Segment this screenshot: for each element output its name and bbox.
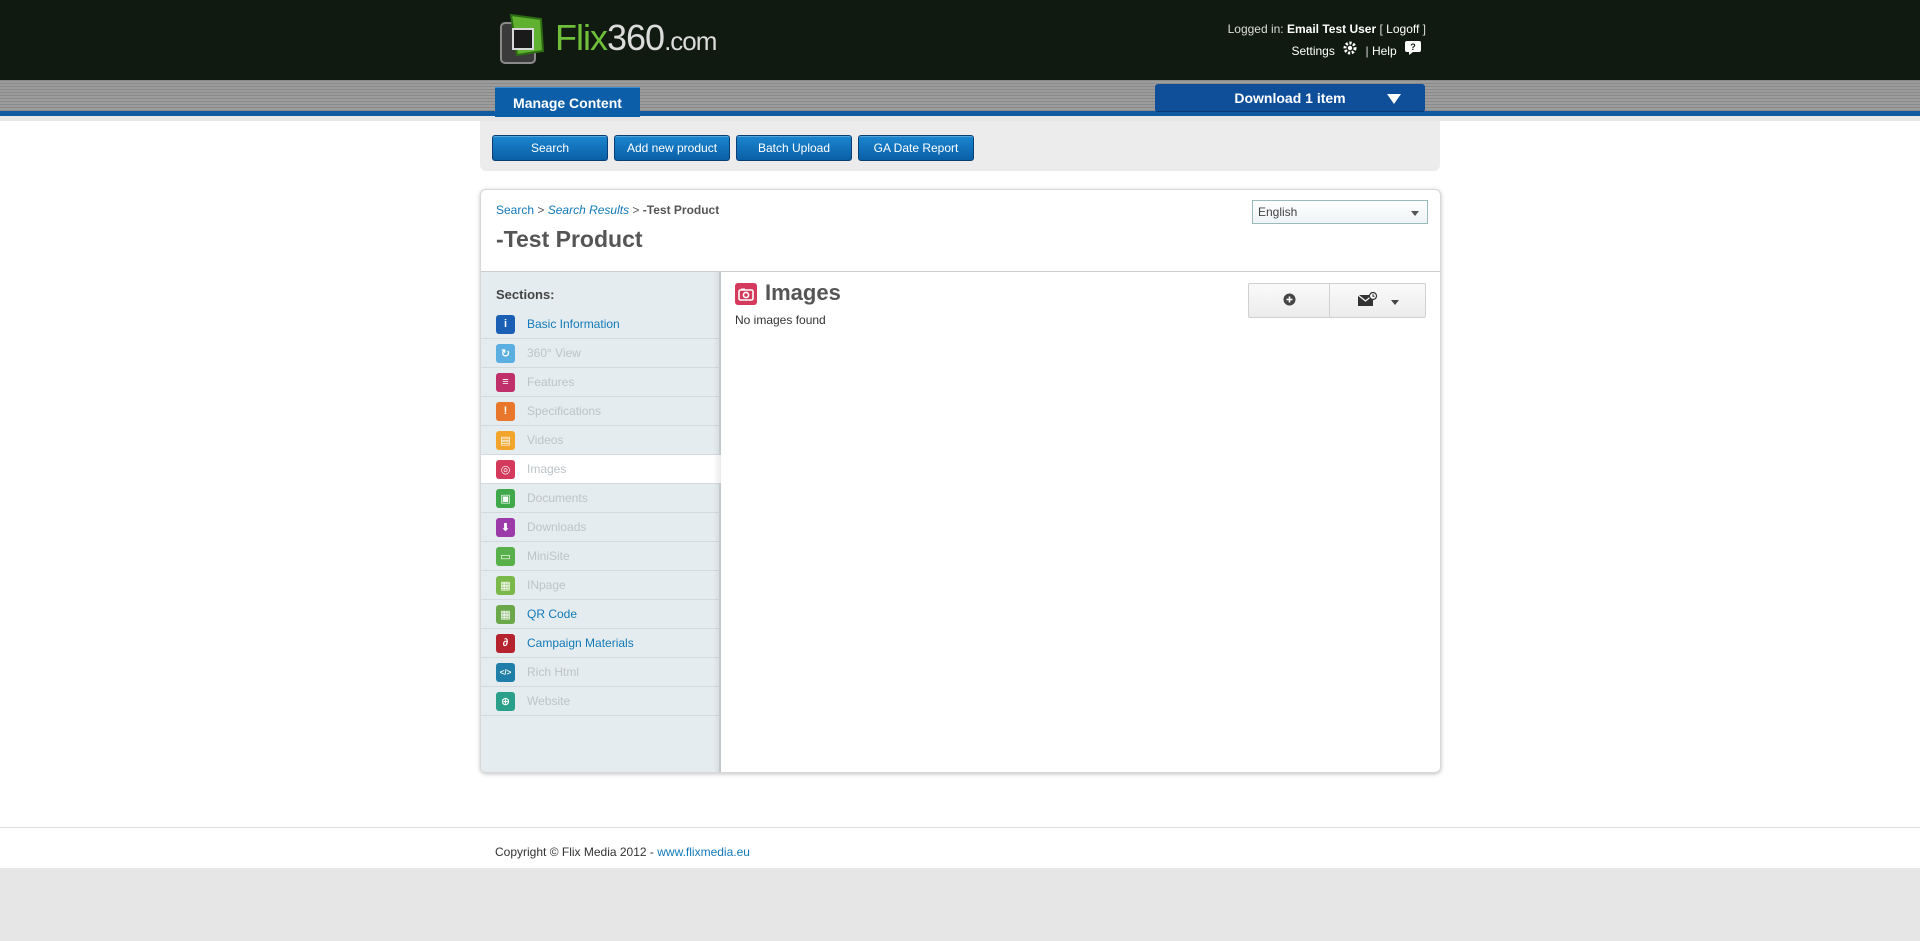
- paperclip-icon: ∂: [496, 633, 515, 653]
- sidebar-item-360-view[interactable]: ↻ 360° View: [481, 339, 721, 368]
- envelope-icon: [1357, 291, 1379, 310]
- logo-word-com: .com: [664, 26, 717, 56]
- svg-text:?: ?: [1410, 42, 1416, 52]
- language-selected-value: English: [1258, 205, 1298, 219]
- footer-text: Copyright © Flix Media 2012 - www.flixme…: [495, 845, 750, 859]
- features-icon: ≡: [496, 372, 515, 392]
- sidebar-item-features[interactable]: ≡ Features: [481, 368, 721, 397]
- breadcrumb-search-link[interactable]: Search: [496, 203, 534, 217]
- sidebar-item-campaign-materials[interactable]: ∂ Campaign Materials: [481, 629, 721, 658]
- document-icon: ▣: [496, 488, 515, 508]
- batch-upload-button[interactable]: Batch Upload: [736, 135, 852, 161]
- images-panel: Images No images found: [721, 272, 1440, 772]
- logo-mark-icon: [497, 11, 551, 69]
- add-new-product-button[interactable]: Add new product: [614, 135, 730, 161]
- plus-circle-icon: [1283, 293, 1296, 309]
- sidebar-item-label: 360° View: [527, 346, 581, 360]
- camera-icon: [735, 283, 757, 305]
- logoff-link[interactable]: Logoff: [1386, 22, 1419, 36]
- logo-word-num: 360: [607, 17, 665, 58]
- tab-manage-content[interactable]: Manage Content: [495, 87, 640, 117]
- sidebar-item-label: Basic Information: [527, 317, 620, 331]
- help-icon[interactable]: ?: [1404, 40, 1422, 63]
- search-button[interactable]: Search: [492, 135, 608, 161]
- download-basket-button[interactable]: Download 1 item: [1155, 84, 1425, 112]
- page-title: -Test Product: [496, 226, 643, 252]
- qr-icon: ▦: [496, 604, 515, 624]
- sidebar-item-label: INpage: [527, 578, 566, 592]
- settings-line: Settings | Help ?: [1228, 40, 1426, 63]
- rotate-icon: ↻: [496, 343, 515, 363]
- sidebar-item-rich-html[interactable]: </> Rich Html: [481, 658, 721, 687]
- code-icon: </>: [496, 662, 515, 682]
- sidebar-shadow: [713, 272, 721, 772]
- breadcrumb-results-link[interactable]: Search Results: [548, 203, 629, 217]
- specs-icon: !: [496, 401, 515, 421]
- chevron-down-icon: [1390, 294, 1399, 308]
- sidebar-item-website[interactable]: ⊕ Website: [481, 687, 721, 716]
- sidebar-item-label: MiniSite: [527, 549, 570, 563]
- chevron-down-icon[interactable]: [1387, 94, 1401, 104]
- section-title: Images: [765, 280, 841, 305]
- top-header: Flix360.com Logged in: Email Test User […: [0, 0, 1920, 80]
- download-label: Download 1 item: [1234, 89, 1346, 106]
- sidebar-item-label: Images: [527, 462, 567, 476]
- email-options-button[interactable]: [1330, 284, 1425, 317]
- sidebar-item-label: Videos: [527, 433, 564, 447]
- sidebar-item-label: Downloads: [527, 520, 587, 534]
- sections-sidebar: Sections: i Basic Information ↻ 360° View ≡ F…: [481, 272, 721, 772]
- settings-link[interactable]: Settings: [1291, 44, 1334, 58]
- globe-icon: ⊕: [496, 691, 515, 711]
- copyright-text: Copyright © Flix Media 2012 -: [495, 845, 658, 859]
- user-name: Email Test User: [1287, 22, 1377, 36]
- sidebar-item-label: Specifications: [527, 404, 602, 418]
- nav-bar: [0, 80, 1920, 116]
- sidebar-item-label: Website: [527, 694, 571, 708]
- flix360-logo[interactable]: Flix360.com: [497, 10, 717, 70]
- login-line: Logged in: Email Test User [ Logoff ]: [1227, 22, 1426, 36]
- footer: [0, 827, 1920, 868]
- logo-word-flix: Flix: [555, 17, 608, 58]
- sidebar-item-label: QR Code: [527, 607, 578, 621]
- dropdown-caret-icon[interactable]: [1411, 211, 1419, 216]
- sidebar-item-images[interactable]: ◎ Images: [481, 455, 721, 484]
- action-toolbar: Search Add new product Batch Upload GA D…: [480, 121, 1440, 171]
- ga-date-report-button[interactable]: GA Date Report: [858, 135, 974, 161]
- add-image-button[interactable]: [1249, 284, 1330, 317]
- info-icon: i: [496, 314, 515, 334]
- sidebar-item-label: Rich Html: [527, 665, 580, 679]
- logo-wordmark: Flix360.com: [555, 17, 717, 59]
- logged-in-label: Logged in:: [1227, 22, 1284, 36]
- section-list: i Basic Information ↻ 360° View ≡ Features! Sp…: [481, 310, 721, 716]
- sidebar-item-minisite[interactable]: ▭ MiniSite: [481, 542, 721, 571]
- inpage-icon: ▦: [496, 575, 515, 595]
- help-link[interactable]: Help: [1372, 44, 1397, 58]
- breadcrumb: Search > Search Results > -Test Product: [496, 203, 720, 217]
- user-box: Logged in: Email Test User [ Logoff ] Se…: [1228, 18, 1426, 63]
- gear-icon[interactable]: [1342, 40, 1358, 63]
- film-icon: ▤: [496, 430, 515, 450]
- empty-state-text: No images found: [735, 313, 826, 327]
- image-actions: [1248, 283, 1426, 318]
- nav-underline: [0, 111, 1920, 116]
- flixmedia-link[interactable]: www.flixmedia.eu: [657, 845, 750, 859]
- sidebar-item-basic-information[interactable]: i Basic Information: [481, 310, 721, 339]
- breadcrumb-current: -Test Product: [642, 203, 720, 217]
- sidebar-item-inpage[interactable]: ▦ INpage: [481, 571, 721, 600]
- sidebar-item-documents[interactable]: ▣ Documents: [481, 484, 721, 513]
- minisite-icon: ▭: [496, 546, 515, 566]
- sidebar-item-downloads[interactable]: ⬇ Downloads: [481, 513, 721, 542]
- sidebar-item-label: Campaign Materials: [527, 636, 634, 650]
- product-card: Search > Search Results > -Test Product …: [480, 189, 1441, 773]
- sidebar-item-videos[interactable]: ▤ Videos: [481, 426, 721, 455]
- camera-icon: ◎: [496, 459, 515, 479]
- language-select[interactable]: English: [1252, 200, 1428, 224]
- sidebar-item-label: Features: [527, 375, 575, 389]
- sidebar-item-label: Documents: [527, 491, 588, 505]
- sections-label: Sections:: [496, 287, 555, 302]
- sidebar-item-qr-code[interactable]: ▦ QR Code: [481, 600, 721, 629]
- sidebar-item-specifications[interactable]: ! Specifications: [481, 397, 721, 426]
- download-icon: ⬇: [496, 517, 515, 537]
